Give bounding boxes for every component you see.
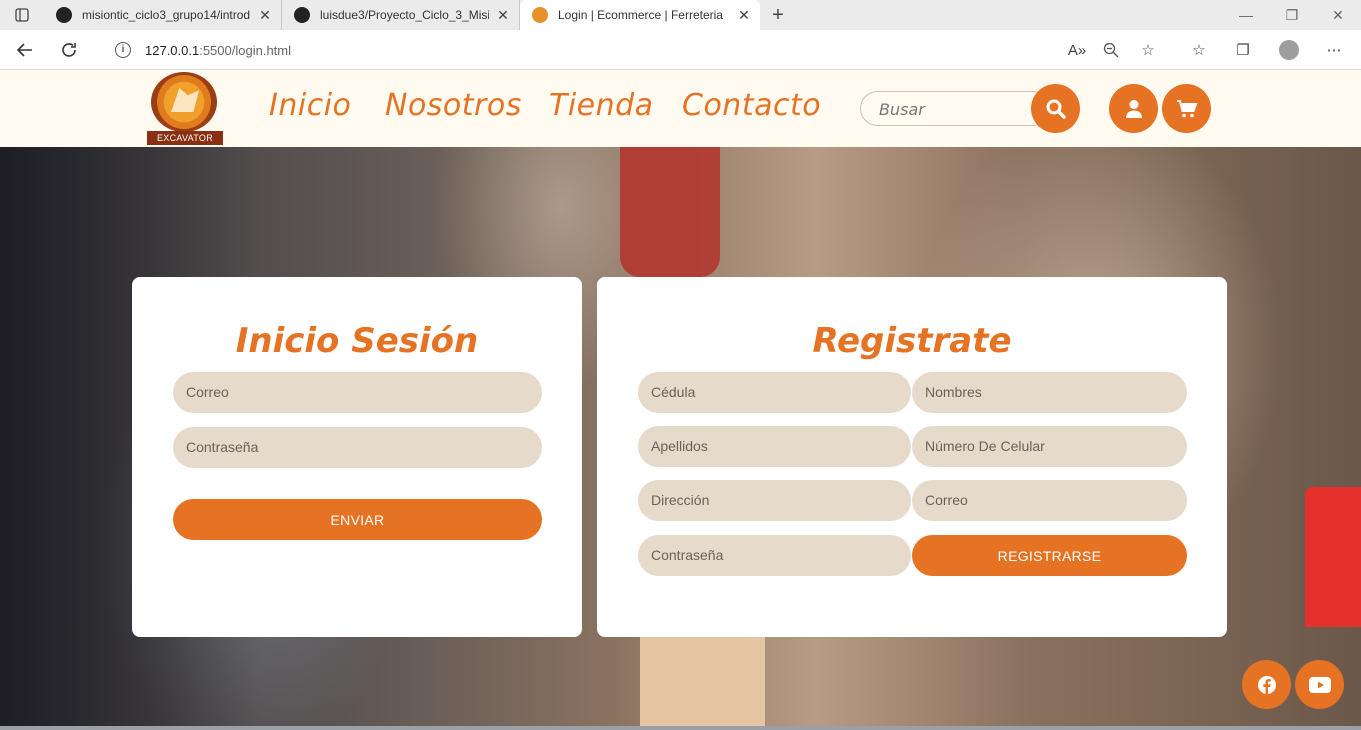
register-title: Registrate [812,321,1012,361]
login-password-field[interactable]: Contraseña [173,427,542,468]
tab-actions-button[interactable] [0,0,44,30]
browser-tab-active[interactable]: Login | Ecommerce | Ferreteria ✕ [520,0,760,30]
contrasena-field[interactable]: Contraseña [638,535,911,576]
correo-field[interactable]: Correo [912,480,1187,521]
youtube-button[interactable] [1295,660,1344,709]
reload-icon [62,43,76,57]
nav-contacto[interactable]: Contacto [682,88,821,123]
more-menu-icon[interactable]: ⋯ [1320,36,1348,64]
apellidos-field[interactable]: Apellidos [638,426,911,467]
browser-tab[interactable]: misiontic_ciclo3_grupo14/introd ✕ [44,0,282,30]
reload-button[interactable] [55,36,83,64]
nav-inicio[interactable]: Inicio [269,88,351,123]
github-icon [294,7,310,23]
nav-tienda[interactable]: Tienda [549,88,654,123]
login-title: Inicio Sesión [235,321,479,361]
tab-title: misiontic_ciclo3_grupo14/introd [82,8,251,22]
search-icon [1046,99,1066,119]
login-submit-button[interactable]: ENVIAR [173,499,542,540]
user-button[interactable] [1109,84,1158,133]
cedula-field[interactable]: Cédula [638,372,911,413]
minimize-icon[interactable]: — [1223,0,1269,30]
register-card: Registrate Cédula Nombres Apellidos Núme… [597,277,1227,637]
site-favicon-icon [532,7,548,23]
url-host: 127.0.0.1 [145,42,200,58]
wood-image [640,637,765,730]
user-icon [1125,99,1142,118]
read-aloud-icon[interactable]: A» [1063,36,1091,64]
profile-avatar[interactable] [1275,36,1303,64]
cart-icon [1176,99,1197,117]
back-button[interactable] [11,36,39,64]
search-button[interactable] [1031,84,1080,133]
url-field[interactable]: i 127.0.0.1:5500/login.html [97,35,1097,65]
browser-tab[interactable]: luisdue3/Proyecto_Ciclo_3_Misio ✕ [282,0,520,30]
favorites-icon[interactable]: ☆ [1185,36,1213,64]
register-submit-button[interactable]: REGISTRARSE [912,535,1187,576]
facebook-button[interactable] [1242,660,1291,709]
logo-label: EXCAVATOR [147,131,223,145]
browser-tab-bar: misiontic_ciclo3_grupo14/introd ✕ luisdu… [0,0,1361,30]
search-placeholder: Busar [879,100,925,119]
youtube-icon [1308,676,1331,693]
add-favorite-icon[interactable]: ☆ [1134,36,1162,64]
glue-bottle-image [1305,487,1361,627]
github-icon [56,7,72,23]
back-arrow-icon [16,43,32,57]
zoom-out-icon[interactable] [1097,36,1125,64]
tab-close-icon[interactable]: ✕ [257,7,273,24]
window-controls: — ❐ ✕ [1223,0,1361,30]
tab-close-icon[interactable]: ✕ [495,7,511,24]
new-tab-button[interactable]: + [760,0,796,30]
collections-icon[interactable]: ❐ [1229,36,1257,64]
login-email-field[interactable]: Correo [173,372,542,413]
site-info-icon[interactable]: i [115,42,131,58]
nombres-field[interactable]: Nombres [912,372,1187,413]
close-window-icon[interactable]: ✕ [1315,0,1361,30]
celular-field[interactable]: Número De Celular [912,426,1187,467]
tab-title: luisdue3/Proyecto_Ciclo_3_Misio [320,8,489,22]
cart-button[interactable] [1162,84,1211,133]
facebook-icon [1257,675,1276,694]
excavator-logo[interactable]: EXCAVATOR [147,70,223,145]
address-bar: i 127.0.0.1:5500/login.html A» ☆ ☆ ❐ ⋯ [0,30,1361,70]
nav-nosotros[interactable]: Nosotros [385,88,522,123]
tab-actions-icon [15,8,29,22]
tab-title: Login | Ecommerce | Ferreteria [558,8,723,22]
search-input[interactable]: Busar [860,91,1050,126]
direccion-field[interactable]: Dirección [638,480,911,521]
drill-image [620,147,720,277]
tab-close-icon[interactable]: ✕ [736,7,752,24]
page-bottom-edge [0,726,1361,730]
login-card: Inicio Sesión Correo Contraseña ENVIAR [132,277,582,637]
url-path: :5500/login.html [199,42,291,58]
site-header: EXCAVATOR Inicio Nosotros Tienda Contact… [0,70,1361,147]
restore-icon[interactable]: ❐ [1269,0,1315,30]
